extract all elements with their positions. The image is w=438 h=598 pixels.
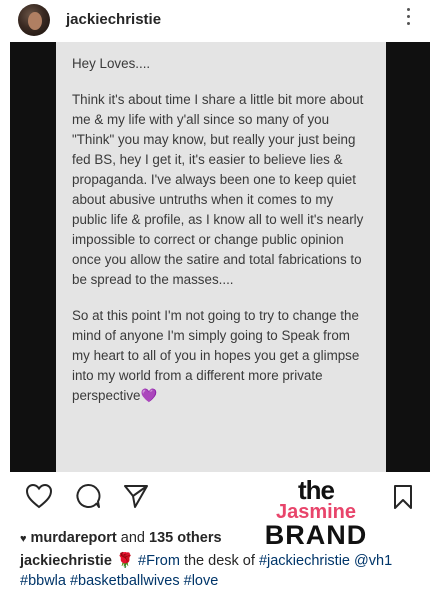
caption-text: the desk of xyxy=(183,553,255,569)
the-jasmine-brand-watermark: the Jasmine BRAND xyxy=(258,475,374,550)
bookmark-icon[interactable] xyxy=(392,484,414,510)
post-image[interactable]: Hey Loves.... Think it's about time I sh… xyxy=(10,42,430,472)
avatar-face xyxy=(28,12,42,30)
hashtag-bbwla[interactable]: #bbwla xyxy=(20,573,66,589)
liked-by-user[interactable]: murdareport xyxy=(31,530,117,546)
like-heart-icon[interactable] xyxy=(24,482,54,510)
post-header: jackiechristie xyxy=(0,0,438,40)
likes-heart-icon: ♥ xyxy=(20,533,27,545)
likes-line: ♥ murdareport and 135 others xyxy=(20,530,222,546)
note-screenshot: Hey Loves.... Think it's about time I sh… xyxy=(56,42,386,472)
likes-and: and xyxy=(120,530,145,546)
post-caption: jackiechristie 🌹 #From the desk of #jack… xyxy=(20,551,420,591)
rose-icon: 🌹 xyxy=(115,553,134,569)
avatar[interactable] xyxy=(18,4,50,36)
purple-heart-icon: 💜 xyxy=(140,388,158,403)
caption-username[interactable]: jackiechristie xyxy=(20,553,112,569)
watermark-brand: BRAND xyxy=(264,520,368,550)
hashtag-basketballwives[interactable]: #basketballwives xyxy=(70,573,180,589)
hashtag-from[interactable]: #From xyxy=(138,553,180,569)
watermark-the: the xyxy=(298,475,335,505)
share-send-icon[interactable] xyxy=(122,482,150,510)
watermark-jasmine: Jasmine xyxy=(275,501,357,523)
note-greeting: Hey Loves.... xyxy=(72,56,151,71)
post-username[interactable]: jackiechristie xyxy=(66,11,161,28)
likes-others-count[interactable]: 135 others xyxy=(149,530,222,546)
note-paragraph-2: So at this point I'm not going to try to… xyxy=(72,306,370,406)
hashtag-jackiechristie[interactable]: #jackiechristie xyxy=(259,553,350,569)
more-options-icon[interactable] xyxy=(404,8,412,30)
hashtag-love[interactable]: #love xyxy=(184,573,219,589)
mention-vh1[interactable]: @vh1 xyxy=(354,553,392,569)
comment-icon[interactable] xyxy=(74,482,102,510)
note-paragraph-1: Think it's about time I share a little b… xyxy=(72,92,364,287)
note-paragraph-2-text: So at this point I'm not going to try to… xyxy=(72,308,360,403)
